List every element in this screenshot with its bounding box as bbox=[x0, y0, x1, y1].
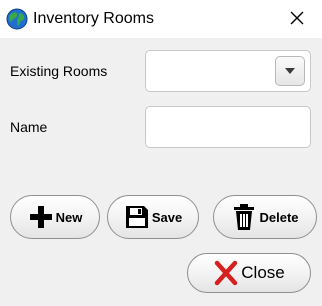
trash-icon bbox=[231, 203, 257, 231]
inventory-rooms-dialog: Inventory Rooms Existing Rooms Name New bbox=[0, 0, 322, 306]
new-button[interactable]: New bbox=[10, 195, 100, 239]
close-button-label: Close bbox=[241, 263, 285, 282]
plus-icon bbox=[28, 204, 54, 230]
dropdown-arrow-button[interactable] bbox=[275, 56, 305, 86]
delete-button[interactable]: Delete bbox=[213, 195, 317, 239]
floppy-disk-icon bbox=[124, 204, 150, 230]
globe-icon bbox=[6, 8, 28, 30]
existing-rooms-select[interactable] bbox=[145, 50, 311, 92]
red-x-icon bbox=[213, 260, 239, 286]
save-button[interactable]: Save bbox=[107, 195, 199, 239]
name-field[interactable] bbox=[145, 106, 311, 148]
name-label: Name bbox=[10, 119, 48, 135]
close-button[interactable]: Close bbox=[187, 253, 311, 293]
save-button-label: Save bbox=[151, 209, 183, 225]
chevron-down-icon bbox=[285, 68, 295, 74]
delete-button-label: Delete bbox=[259, 209, 299, 225]
window-title: Inventory Rooms bbox=[33, 10, 154, 27]
new-button-label: New bbox=[55, 209, 83, 225]
title-bar: Inventory Rooms bbox=[0, 0, 322, 38]
existing-rooms-label: Existing Rooms bbox=[10, 63, 108, 79]
window-close-icon[interactable] bbox=[285, 6, 309, 30]
